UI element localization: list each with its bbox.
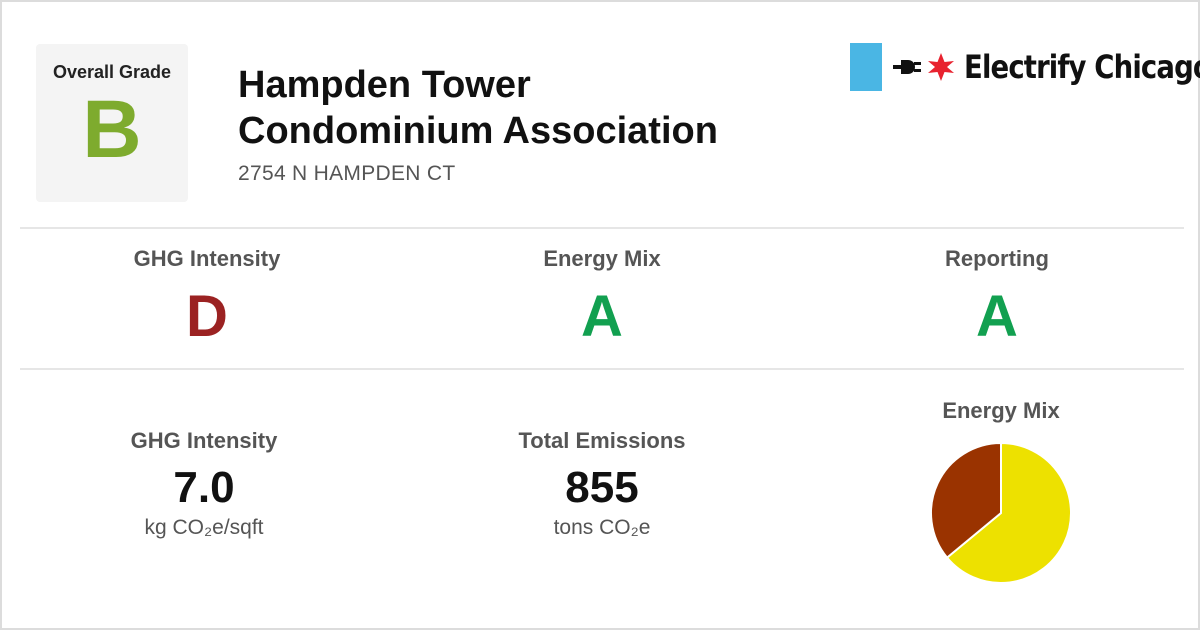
ghg-intensity-value: 7.0 [173,463,235,512]
card-frame: Overall Grade B Hampden Tower Condominiu… [0,0,1200,630]
section-divider [20,227,1184,229]
brand-text: Electrify Chicago [964,48,1200,86]
energy-mix-grade: A [581,284,623,349]
ghg-intensity-metric-title: GHG Intensity [130,428,278,453]
reporting-grade: A [976,284,1018,349]
plug-icon [893,60,921,74]
reporting-grade-title: Reporting [945,246,1049,271]
total-emissions-unit: tons CO₂e [553,516,651,539]
total-emissions-metric: Total Emissions 855 tons CO₂e [452,428,752,540]
building-name: Hampden Tower Condominium Association [238,62,798,154]
ghg-intensity-unit: kg CO₂e/sqft [144,516,264,539]
building-name-line1: Hampden Tower [238,64,531,106]
total-emissions-value: 855 [565,463,639,512]
energy-mix-grade-cell: Energy Mix A [452,246,752,346]
chicago-star-icon [928,53,954,81]
building-name-line2: Condominium Association [238,110,718,152]
flag-stripe-icon [850,43,882,91]
ghg-intensity-grade: D [186,284,228,349]
ghg-intensity-metric: GHG Intensity 7.0 kg CO₂e/sqft [54,428,354,540]
energy-mix-chart-block: Energy Mix [851,398,1151,584]
section-divider [20,368,1184,370]
energy-mix-chart-title: Energy Mix [942,398,1060,423]
energy-mix-pie-chart [930,442,1072,584]
energy-mix-grade-title: Energy Mix [543,246,661,271]
ghg-intensity-grade-cell: GHG Intensity D [57,246,357,346]
reporting-grade-cell: Reporting A [847,246,1147,346]
electrify-chicago-logo[interactable]: Electrify Chicago [850,42,1200,92]
overall-grade-label: Overall Grade [52,62,172,82]
overall-grade-letter: B [82,84,142,175]
ghg-intensity-grade-title: GHG Intensity [133,246,281,271]
overall-grade-box: Overall Grade B [36,44,188,202]
building-address: 2754 N HAMPDEN CT [238,162,456,185]
total-emissions-title: Total Emissions [518,428,686,453]
